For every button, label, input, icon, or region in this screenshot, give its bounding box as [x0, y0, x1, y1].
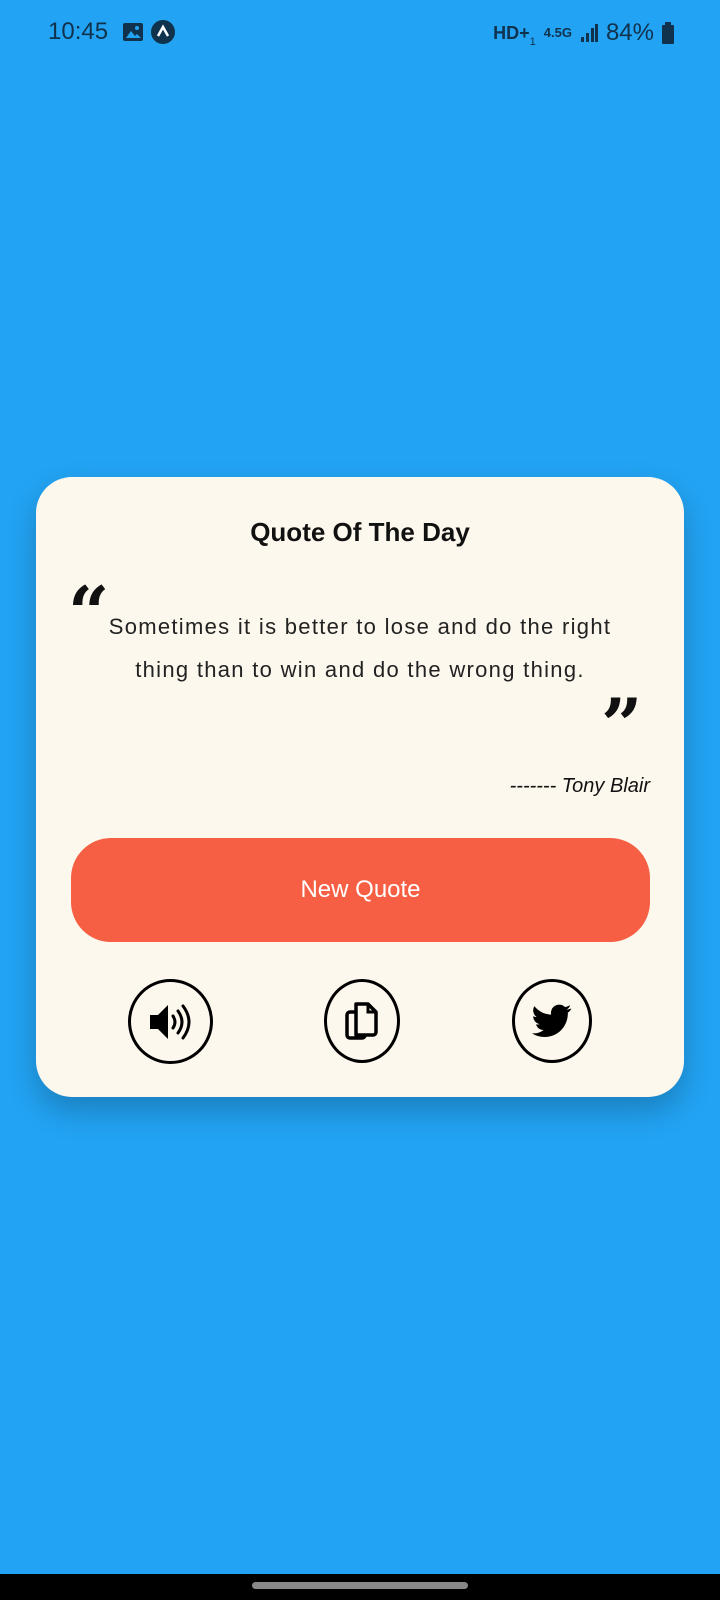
battery-percent: 84%	[605, 18, 654, 46]
status-icons: HD+1 4.5G 84%	[493, 18, 674, 48]
signal-icon	[580, 23, 598, 42]
app-notification-icon	[151, 20, 175, 44]
quote-card: Quote Of The Day “ Sometimes it is bette…	[36, 477, 684, 1097]
status-bar: 10:45 HD+1 4.5G 84%	[0, 0, 720, 66]
quote-author: ------- Tony Blair	[509, 775, 650, 797]
home-gesture-handle[interactable]	[252, 1582, 468, 1589]
navigation-bar	[0, 1574, 720, 1600]
twitter-icon	[532, 1004, 572, 1037]
clock: 10:45	[48, 18, 109, 45]
tweet-button[interactable]	[512, 979, 592, 1063]
quote-text: Sometimes it is better to lose and do th…	[108, 614, 612, 682]
network-indicator: HD+1	[493, 23, 536, 48]
speaker-icon	[149, 1004, 190, 1039]
new-quote-button[interactable]: New Quote	[71, 838, 650, 942]
open-quote-icon: “	[68, 570, 110, 655]
copy-icon	[345, 1002, 378, 1040]
close-quote-icon: ”	[601, 682, 643, 767]
card-title: Quote Of The Day	[250, 517, 470, 547]
data-type-indicator: 4.5G	[543, 25, 572, 41]
copy-button[interactable]	[324, 979, 400, 1063]
battery-icon	[662, 21, 674, 44]
image-notification-icon	[123, 23, 143, 41]
speak-button[interactable]	[128, 979, 213, 1064]
